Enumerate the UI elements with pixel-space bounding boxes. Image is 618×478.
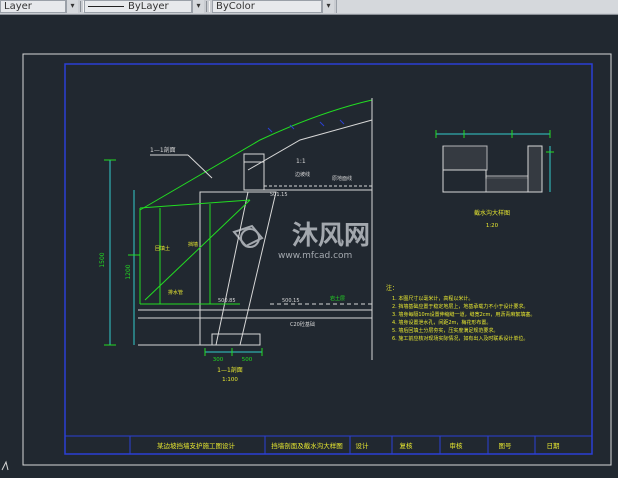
note-4: 4. 墙身设置泄水孔，间距2m，梅花形布置。: [392, 319, 491, 326]
title-drawing-name: 挡墙剖面及截水沟大样图: [271, 441, 343, 450]
notes-title: 注：: [386, 284, 398, 292]
section-title: 1—1剖面: [150, 146, 176, 154]
layer-dropdown-value: Layer: [4, 1, 32, 12]
dim-300: 300: [213, 357, 224, 363]
section-scale: 1:100: [222, 377, 238, 383]
dim-500: 500: [242, 357, 253, 363]
label-slope: 边坡线: [295, 171, 310, 178]
detail-title: 截水沟大样图: [474, 209, 510, 217]
linetype-sample: [88, 5, 124, 7]
detail-scale: 1:20: [486, 223, 499, 229]
toolbar-empty-area: [336, 0, 618, 13]
watermark-logo-text: 沐风网: [292, 221, 370, 251]
title-drawing-no: 图号: [499, 442, 513, 450]
drawing-canvas[interactable]: 某边坡挡墙支护施工图设计 挡墙剖面及截水沟大样图 设计 复核 审核 图号 日期: [0, 15, 618, 478]
color-dropdown-value: ByColor: [216, 1, 255, 12]
note-6: 6. 施工前应核对现场实际情况，如有出入及时联系设计单位。: [392, 335, 528, 342]
title-reviewer: 审核: [450, 441, 464, 450]
watermark-url: www.mfcad.com: [278, 251, 352, 261]
toolbar-separator: [206, 1, 210, 12]
layer-dropdown[interactable]: Layer: [0, 0, 66, 13]
elevation-3: 501.15: [270, 192, 288, 198]
label-wall: 挡墙: [188, 241, 198, 248]
elevation-2: 500.15: [282, 298, 300, 304]
title-designer: 设计: [356, 441, 370, 450]
label-ground: 原地面线: [332, 175, 352, 182]
title-project: 某边坡挡墙支护施工图设计: [157, 441, 236, 450]
linetype-dropdown-value: ByLayer: [128, 1, 169, 12]
elevation-1: 500.85: [218, 298, 236, 304]
label-rock: 岩土层: [330, 295, 345, 302]
dim-1200: 1200: [125, 264, 132, 279]
note-5: 5. 墙后回填土分层夯实，压实度满足规范要求。: [392, 327, 498, 334]
slope-ratio: 1:1: [296, 158, 306, 165]
color-dropdown[interactable]: ByColor: [212, 0, 322, 13]
note-3: 3. 墙身每隔10m设置伸缩缝一道，缝宽2cm，用沥青麻絮填塞。: [392, 311, 535, 318]
linetype-dropdown[interactable]: ByLayer: [84, 0, 192, 13]
title-date: 日期: [547, 442, 561, 450]
linetype-dropdown-arrow-icon[interactable]: ▾: [192, 0, 204, 13]
note-1: 1. 本图尺寸以毫米计，高程以米计。: [392, 295, 473, 302]
note-2: 2. 挡墙基础应置于稳定地层上，地基承载力不小于设计要求。: [392, 303, 528, 310]
dim-1500: 1500: [99, 252, 106, 267]
label-base: C20砼基础: [290, 321, 315, 328]
label-drain: 排水管: [168, 289, 183, 296]
properties-toolbar: Layer ▾ ByLayer ▾ ByColor ▾: [0, 0, 618, 15]
layer-dropdown-arrow-icon[interactable]: ▾: [66, 0, 78, 13]
section-scale-title: 1—1剖面: [217, 366, 243, 374]
title-checker: 复核: [400, 441, 414, 450]
color-dropdown-arrow-icon[interactable]: ▾: [322, 0, 334, 13]
label-fill: 回填土: [155, 245, 170, 252]
